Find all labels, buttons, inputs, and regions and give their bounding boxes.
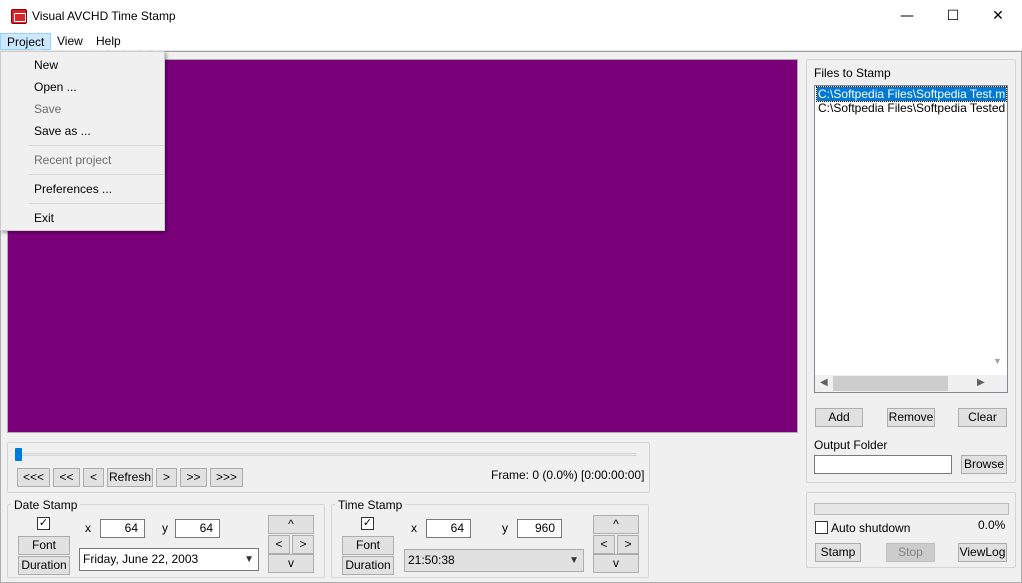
date-x-label: x	[85, 521, 91, 535]
next-frame-button[interactable]: >	[156, 468, 177, 487]
stop-button[interactable]: Stop	[886, 543, 935, 562]
title-bar[interactable]: Visual AVCHD Time Stamp — ☐ ✕	[0, 0, 1022, 32]
list-item[interactable]: C:\Softpedia Files\Softpedia Tested	[817, 101, 1006, 115]
time-x-input[interactable]: 64	[426, 519, 471, 538]
maximize-button[interactable]: ☐	[930, 0, 976, 32]
menu-separator	[29, 203, 163, 204]
time-move-left-button[interactable]: <	[593, 535, 615, 554]
stamp-progress-bar	[814, 503, 1009, 515]
frame-readout: Frame: 0 (0.0%) [0:00:00:00]	[491, 468, 645, 482]
date-y-label: y	[162, 521, 168, 535]
files-scrollbar-thumb[interactable]	[833, 376, 948, 391]
close-button[interactable]: ✕	[975, 0, 1021, 32]
browse-button[interactable]: Browse	[961, 455, 1007, 474]
date-stamp-label: Date Stamp	[11, 498, 81, 512]
menu-item-save-as[interactable]: Save as ...	[34, 124, 91, 138]
time-stamp-checkbox[interactable]: ✓	[361, 517, 374, 530]
output-folder-input[interactable]	[814, 455, 952, 474]
menu-separator	[29, 145, 163, 146]
files-list[interactable]: C:\Softpedia Files\Softpedia Test.m C:\S…	[814, 85, 1008, 393]
time-value-select[interactable]: 21:50:38 ▼	[404, 549, 584, 572]
output-folder-label: Output Folder	[814, 438, 888, 452]
menu-item-new[interactable]: New	[34, 58, 58, 72]
auto-shutdown-label: Auto shutdown	[831, 521, 911, 535]
time-x-label: x	[411, 521, 417, 535]
time-value-text: 21:50:38	[408, 553, 455, 567]
time-y-label: y	[502, 521, 508, 535]
time-font-button[interactable]: Font	[342, 536, 394, 555]
seek-slider-track[interactable]	[17, 453, 636, 456]
previous-frame-button[interactable]: <	[83, 468, 104, 487]
first-frame-button[interactable]: <<<	[17, 468, 50, 487]
time-move-up-button[interactable]: ^	[593, 515, 639, 534]
scrollbar-corner	[991, 375, 1007, 392]
date-move-up-button[interactable]: ^	[268, 515, 314, 534]
last-frame-button[interactable]: >>>	[210, 468, 243, 487]
time-move-down-button[interactable]: v	[593, 554, 639, 573]
scroll-left-icon[interactable]: ◀	[820, 377, 828, 388]
seek-slider-thumb[interactable]	[15, 448, 22, 461]
window-title: Visual AVCHD Time Stamp	[32, 9, 176, 23]
date-stamp-checkbox[interactable]: ✓	[37, 517, 50, 530]
scroll-down-icon[interactable]: ▼	[993, 356, 1002, 366]
progress-percent: 0.0%	[978, 518, 1006, 532]
date-duration-button[interactable]: Duration	[18, 556, 70, 575]
menu-item-open[interactable]: Open ...	[34, 80, 77, 94]
date-move-down-button[interactable]: v	[268, 554, 314, 573]
date-font-button[interactable]: Font	[18, 536, 70, 555]
date-y-input[interactable]: 64	[175, 519, 220, 538]
refresh-button[interactable]: Refresh	[107, 468, 153, 487]
project-menu-dropdown: New Open ... Save Save as ... Recent pro…	[0, 51, 165, 231]
chevron-down-icon: ▼	[569, 555, 579, 566]
auto-shutdown-checkbox[interactable]	[815, 521, 828, 534]
files-to-stamp-label: Files to Stamp	[814, 66, 891, 80]
time-duration-button[interactable]: Duration	[342, 556, 394, 575]
time-y-input[interactable]: 960	[517, 519, 562, 538]
viewlog-button[interactable]: ViewLog	[958, 543, 1007, 562]
menu-item-save: Save	[34, 102, 62, 116]
app-icon	[11, 9, 27, 24]
date-value-select[interactable]: Friday, June 22, 2003 ▼	[79, 548, 259, 571]
minimize-button[interactable]: —	[884, 0, 930, 32]
rewind-fast-button[interactable]: <<	[53, 468, 80, 487]
date-x-input[interactable]: 64	[100, 519, 145, 538]
list-item[interactable]: C:\Softpedia Files\Softpedia Test.m	[815, 86, 1007, 102]
time-stamp-label: Time Stamp	[335, 498, 406, 512]
date-value-text: Friday, June 22, 2003	[83, 552, 199, 566]
stamp-button[interactable]: Stamp	[815, 543, 861, 562]
clear-button[interactable]: Clear	[958, 408, 1007, 427]
menu-item-exit[interactable]: Exit	[34, 211, 54, 225]
menu-item-recent-project: Recent project	[34, 153, 112, 167]
chevron-down-icon: ▼	[244, 554, 254, 565]
forward-fast-button[interactable]: >>	[180, 468, 207, 487]
time-move-right-button[interactable]: >	[617, 535, 639, 554]
remove-button[interactable]: Remove	[887, 408, 935, 427]
menu-separator	[29, 174, 163, 175]
scroll-right-icon[interactable]: ▶	[977, 377, 985, 388]
add-button[interactable]: Add	[815, 408, 863, 427]
date-move-right-button[interactable]: >	[292, 535, 314, 554]
menu-item-preferences[interactable]: Preferences ...	[34, 182, 112, 196]
date-move-left-button[interactable]: <	[268, 535, 290, 554]
